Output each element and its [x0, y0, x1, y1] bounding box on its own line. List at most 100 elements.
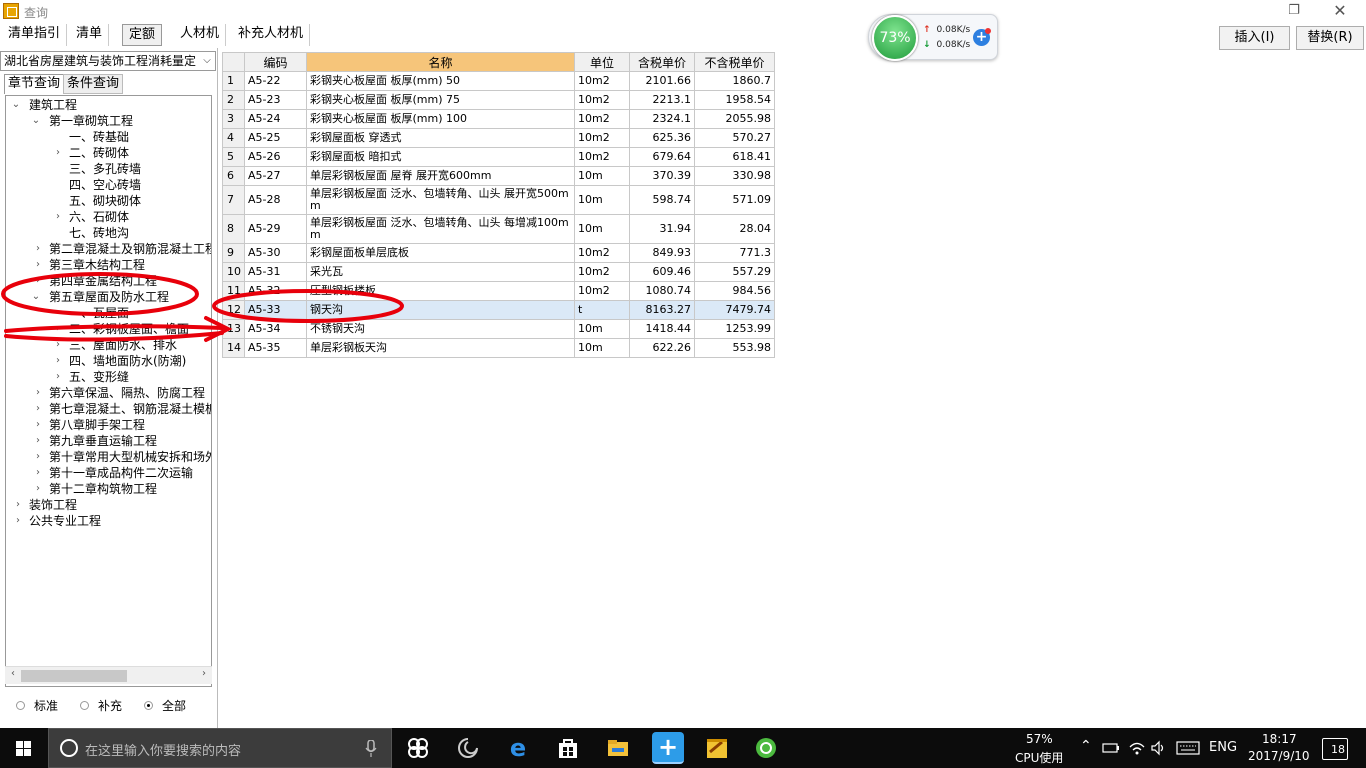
table-row[interactable]: 9 A5-30 彩钢屋面板单层底板 10m2 849.93 771.3 [222, 243, 775, 263]
table-row[interactable]: 12 A5-33 钢天沟 t 8163.27 7479.74 [222, 300, 775, 320]
tree-node[interactable]: ⌄ 第一章砌筑工程 [31, 113, 133, 129]
col-header-price-notax[interactable]: 不含税单价 [694, 52, 775, 72]
row-index[interactable]: 4 [222, 128, 245, 148]
tab-supplement-material[interactable]: 补充人材机 [232, 24, 311, 46]
restore-icon[interactable]: ❐ [1276, 1, 1312, 21]
cell-unit[interactable]: 10m2 [574, 109, 630, 129]
tree-node[interactable]: ⌄ 第五章屋面及防水工程 [31, 289, 169, 305]
notification-center-icon[interactable]: 18 [1322, 738, 1348, 760]
cell-name[interactable]: 采光瓦 [306, 262, 575, 282]
collapse-icon[interactable]: ⌄ [11, 97, 21, 113]
row-index[interactable]: 9 [222, 243, 245, 263]
cell-price-tax[interactable]: 2213.1 [629, 90, 695, 110]
table-row[interactable]: 11 A5-32 压型钢板楼板 10m2 1080.74 984.56 [222, 281, 775, 301]
expand-icon[interactable]: › [13, 513, 23, 529]
table-row[interactable]: 5 A5-26 彩钢屋面板 暗扣式 10m2 679.64 618.41 [222, 147, 775, 167]
store-icon[interactable] [556, 736, 580, 760]
expand-icon[interactable]: › [53, 369, 63, 385]
radio-checked-icon[interactable] [144, 701, 153, 710]
scroll-thumb[interactable] [21, 670, 127, 682]
cell-price-tax[interactable]: 1418.44 [629, 319, 695, 339]
tree-node[interactable]: 五、砌块砌体 [51, 193, 141, 209]
tree-node[interactable]: › 第四章金属结构工程 [31, 273, 157, 289]
cell-price-tax[interactable]: 2324.1 [629, 109, 695, 129]
tab-quota[interactable]: 定额 [122, 24, 163, 46]
radio-standard[interactable]: 标准 [16, 698, 58, 714]
cell-name[interactable]: 彩钢屋面板单层底板 [306, 243, 575, 263]
cell-name[interactable]: 彩钢屋面板 穿透式 [306, 128, 575, 148]
insert-button[interactable]: 插入(I) [1219, 26, 1290, 50]
cell-price-notax[interactable]: 2055.98 [694, 109, 775, 129]
cell-name[interactable]: 单层彩钢板屋面 泛水、包墙转角、山头 展开宽500mm [306, 185, 575, 215]
browser-swirl-icon[interactable] [456, 736, 480, 760]
cell-code[interactable]: A5-33 [244, 300, 307, 320]
table-row[interactable]: 6 A5-27 单层彩钢板屋面 屋脊 展开宽600mm 10m 370.39 330.98 [222, 166, 775, 186]
wifi-icon[interactable] [1128, 739, 1146, 757]
cell-price-notax[interactable]: 1860.7 [694, 71, 775, 91]
expand-icon[interactable]: › [33, 433, 43, 449]
memory-usage-ball[interactable]: 73% [872, 15, 918, 61]
col-header-unit[interactable]: 单位 [574, 52, 630, 72]
expand-icon[interactable]: › [53, 145, 63, 161]
cell-price-notax[interactable]: 984.56 [694, 281, 775, 301]
table-row[interactable]: 8 A5-29 单层彩钢板屋面 泛水、包墙转角、山头 每增减100mm 10m 31.9… [222, 214, 775, 244]
tree-node[interactable]: › 第十章常用大型机械安拆和场外 [31, 449, 211, 465]
battery-icon[interactable] [1102, 740, 1120, 756]
cell-name[interactable]: 单层彩钢板屋面 屋脊 展开宽600mm [306, 166, 575, 186]
cell-unit[interactable]: 10m2 [574, 128, 630, 148]
tree-node[interactable]: › 三、屋面防水、排水 [51, 337, 177, 353]
tree-node[interactable]: › 第二章混凝土及钢筋混凝土工程 [31, 241, 211, 257]
cell-unit[interactable]: 10m2 [574, 281, 630, 301]
cell-price-tax[interactable]: 598.74 [629, 185, 695, 215]
table-row[interactable]: 14 A5-35 单层彩钢板天沟 10m 622.26 553.98 [222, 338, 775, 358]
row-index[interactable]: 8 [222, 214, 245, 244]
tree-node[interactable]: › 第七章混凝土、钢筋混凝土模板 [31, 401, 211, 417]
file-explorer-icon[interactable] [606, 736, 630, 760]
clock-date[interactable]: 2017/9/10 [1248, 749, 1310, 763]
tree-node[interactable]: › 公共专业工程 [11, 513, 101, 529]
scroll-right-icon[interactable]: › [197, 668, 211, 679]
cell-unit[interactable]: 10m [574, 319, 630, 339]
tree-node[interactable]: › 五、变形缝 [51, 369, 129, 385]
table-row[interactable]: 7 A5-28 单层彩钢板屋面 泛水、包墙转角、山头 展开宽500mm 10m 598.… [222, 185, 775, 215]
360-browser-icon[interactable] [754, 736, 778, 760]
cell-price-tax[interactable]: 8163.27 [629, 300, 695, 320]
cell-unit[interactable]: 10m2 [574, 71, 630, 91]
windows-start-icon[interactable] [0, 728, 48, 768]
cell-code[interactable]: A5-26 [244, 147, 307, 167]
cell-name[interactable]: 压型钢板楼板 [306, 281, 575, 301]
tree-node[interactable]: › 六、石砌体 [51, 209, 129, 225]
edge-browser-icon[interactable]: e [506, 736, 530, 760]
cell-code[interactable]: A5-25 [244, 128, 307, 148]
cell-price-notax[interactable]: 618.41 [694, 147, 775, 167]
close-icon[interactable]: ✕ [1322, 1, 1358, 21]
radio-icon[interactable] [16, 701, 25, 710]
tree-node[interactable]: 一、砖基础 [51, 129, 129, 145]
cell-name[interactable]: 不锈钢天沟 [306, 319, 575, 339]
cell-price-tax[interactable]: 1080.74 [629, 281, 695, 301]
cell-price-notax[interactable]: 570.27 [694, 128, 775, 148]
task-view-icon[interactable] [406, 736, 430, 760]
expand-icon[interactable]: › [53, 209, 63, 225]
col-header-price-tax[interactable]: 含税单价 [629, 52, 695, 72]
cell-unit[interactable]: 10m [574, 338, 630, 358]
tree-node[interactable]: › 四、墙地面防水(防潮) [51, 353, 186, 369]
clock-time[interactable]: 18:17 [1262, 732, 1297, 746]
col-header-name[interactable]: 名称 [306, 52, 575, 72]
table-row[interactable]: 4 A5-25 彩钢屋面板 穿透式 10m2 625.36 570.27 [222, 128, 775, 148]
expand-icon[interactable]: › [33, 273, 43, 289]
expand-icon[interactable]: › [53, 337, 63, 353]
tree-node[interactable]: › 第三章木结构工程 [31, 257, 145, 273]
cell-code[interactable]: A5-28 [244, 185, 307, 215]
expand-icon[interactable]: › [33, 449, 43, 465]
expand-icon[interactable]: › [33, 241, 43, 257]
cortana-icon[interactable] [59, 738, 79, 758]
cell-unit[interactable]: 10m2 [574, 243, 630, 263]
tree-node[interactable]: ⌄ 建筑工程 [11, 97, 77, 113]
tree-node[interactable]: › 第十一章成品构件二次运输 [31, 465, 193, 481]
cell-code[interactable]: A5-31 [244, 262, 307, 282]
expand-icon[interactable]: › [33, 465, 43, 481]
row-index[interactable]: 11 [222, 281, 245, 301]
expand-icon[interactable]: › [53, 353, 63, 369]
table-row[interactable]: 13 A5-34 不锈钢天沟 10m 1418.44 1253.99 [222, 319, 775, 339]
